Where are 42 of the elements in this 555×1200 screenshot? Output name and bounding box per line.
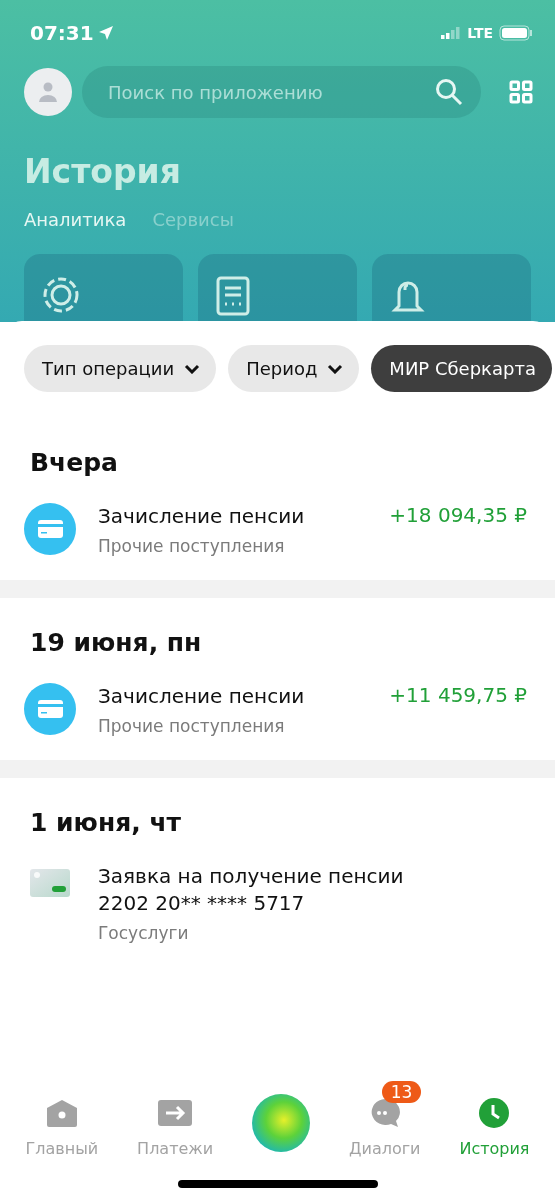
chat-icon bbox=[369, 1098, 400, 1128]
unread-badge: 13 bbox=[381, 1081, 422, 1103]
grid-icon[interactable] bbox=[509, 80, 533, 104]
transaction-amount: +11 459,75 ₽ bbox=[389, 683, 528, 707]
person-icon bbox=[37, 81, 59, 103]
card-icon bbox=[24, 503, 76, 555]
date-heading: Вчера bbox=[29, 447, 119, 479]
shortcut-tile[interactable] bbox=[372, 254, 531, 322]
document-icon bbox=[216, 276, 250, 316]
filter-chip[interactable]: МИР Сберкарта bbox=[371, 345, 552, 392]
home-icon bbox=[45, 1099, 78, 1127]
shortcut-tile[interactable] bbox=[198, 254, 357, 322]
card-icon bbox=[24, 683, 76, 735]
battery-icon bbox=[499, 25, 533, 41]
search-icon bbox=[435, 78, 463, 106]
transaction-title: Зачисление пенсии bbox=[98, 683, 306, 710]
transaction-title: Зачисление пенсии bbox=[98, 503, 306, 530]
transaction-category: Прочие поступления bbox=[98, 716, 286, 736]
shortcut-tile[interactable] bbox=[24, 254, 183, 322]
network-label: LTE bbox=[467, 25, 493, 41]
avatar[interactable] bbox=[24, 68, 72, 116]
transaction-row[interactable]: Зачисление пенсии Прочие поступления +18 094,35 ₽ bbox=[24, 503, 531, 560]
filter-chip[interactable]: Период bbox=[228, 345, 360, 392]
assistant-button[interactable] bbox=[252, 1094, 311, 1152]
location-arrow-icon bbox=[97, 25, 114, 41]
transaction-title: Заявка на получение пенсии bbox=[98, 863, 405, 890]
transaction-category: Госуслуги bbox=[98, 923, 190, 943]
clock-icon bbox=[479, 1098, 510, 1128]
date-heading: 19 июня, пн bbox=[29, 627, 203, 659]
transaction-row[interactable]: Зачисление пенсии Прочие поступления +11 459,75 ₽ bbox=[24, 683, 531, 740]
card-number: 2202 20** **** 5717 bbox=[98, 890, 306, 917]
target-icon bbox=[42, 276, 80, 314]
chevron-icon bbox=[327, 363, 344, 374]
chevron-icon bbox=[184, 363, 201, 374]
transaction-amount: +18 094,35 ₽ bbox=[389, 503, 528, 527]
transaction-row[interactable]: Заявка на получение пенсии 2202 20** **** 5717 Госуслуги bbox=[24, 863, 531, 947]
transaction-category: Прочие поступления bbox=[98, 536, 286, 556]
signal-icon bbox=[441, 27, 462, 39]
page-title: История bbox=[24, 152, 182, 191]
filter-chip[interactable]: Тип операции bbox=[24, 345, 217, 392]
date-heading: 1 июня, чт bbox=[29, 807, 183, 839]
status-time: 07:31 bbox=[30, 21, 94, 45]
